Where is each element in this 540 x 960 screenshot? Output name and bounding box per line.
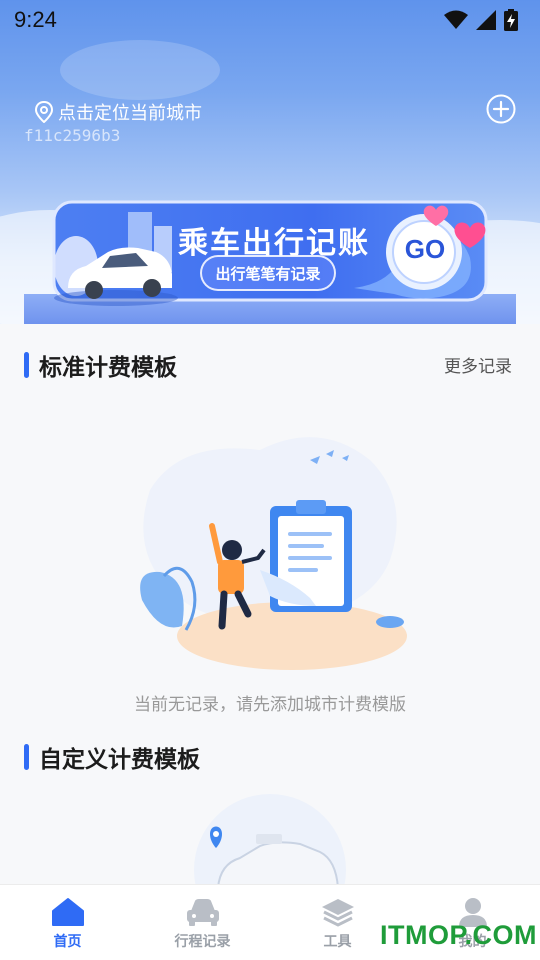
more-records-link[interactable]: 更多记录 bbox=[444, 352, 512, 377]
battery-charging-icon bbox=[504, 9, 518, 31]
status-time: 9:24 bbox=[14, 7, 57, 32]
tab-label: 首页 bbox=[53, 934, 82, 950]
tab-home[interactable]: 首页 bbox=[0, 885, 135, 960]
status-icons bbox=[444, 9, 518, 31]
custom-template-section-title: 自定义计费模板 bbox=[24, 740, 200, 774]
empty-state-illustration bbox=[140, 437, 407, 670]
section-title-text: 自定义计费模板 bbox=[39, 747, 200, 773]
tab-label: 行程记录 bbox=[174, 934, 231, 950]
go-button[interactable]: GO bbox=[399, 234, 451, 265]
car-icon bbox=[186, 899, 219, 926]
layers-icon bbox=[321, 899, 354, 927]
home-icon bbox=[51, 898, 84, 926]
location-text: 点击定位当前城市 bbox=[58, 103, 202, 124]
watermark: ITMOP.COM bbox=[380, 920, 538, 950]
empty-state-text: 当前无记录，请先添加城市计费模版 bbox=[134, 695, 406, 715]
location-pin-icon bbox=[34, 101, 54, 123]
standard-template-section-title: 标准计费模板 bbox=[24, 348, 177, 382]
section-accent-bar bbox=[24, 744, 29, 770]
cloud-decoration bbox=[60, 40, 220, 100]
cellular-signal-icon bbox=[476, 10, 496, 30]
locate-city-button[interactable]: 点击定位当前城市 bbox=[34, 99, 202, 125]
status-bar: 9:24 bbox=[0, 0, 540, 40]
tab-label: 工具 bbox=[323, 934, 352, 950]
tab-trip-records[interactable]: 行程记录 bbox=[135, 885, 270, 960]
device-id: f11c2596b3 bbox=[24, 126, 121, 145]
section-title-text: 标准计费模板 bbox=[39, 355, 177, 381]
taxi-illustration bbox=[194, 794, 346, 888]
wifi-icon bbox=[444, 10, 468, 29]
add-circle-icon[interactable] bbox=[486, 94, 516, 124]
section-accent-bar bbox=[24, 352, 29, 378]
banner-subtitle-pill: 出行笔笔有记录 bbox=[200, 255, 336, 291]
